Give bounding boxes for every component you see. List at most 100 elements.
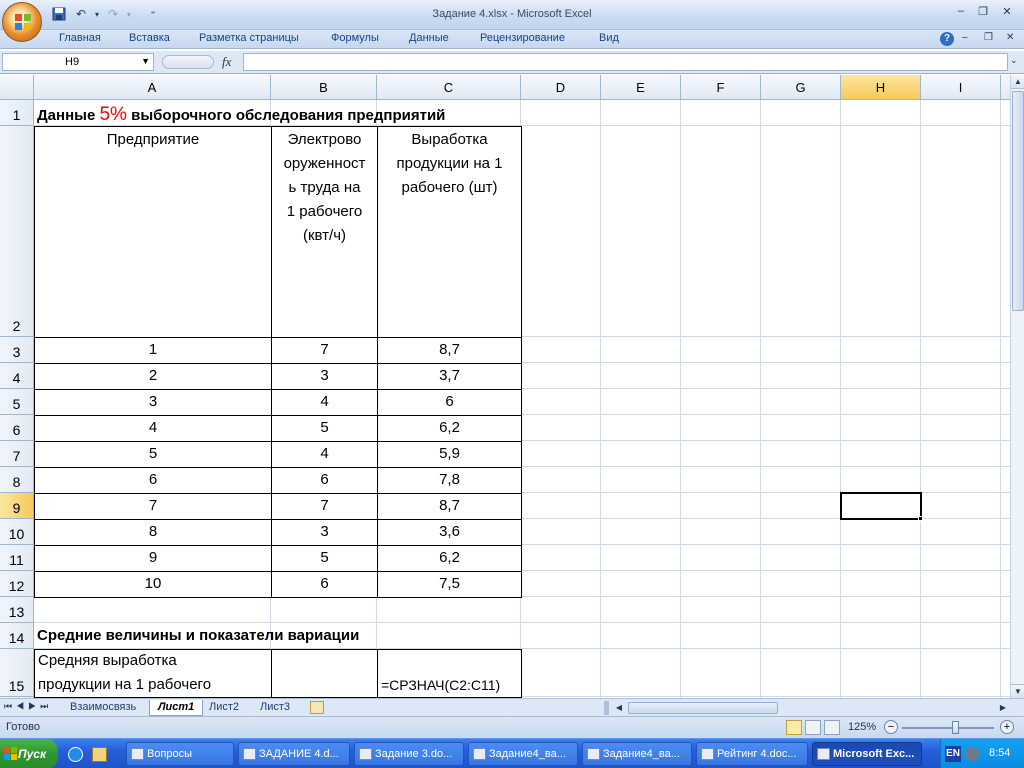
zoom-level[interactable]: 125% [848, 721, 876, 733]
sheet-tab-list2[interactable]: Лист2 [201, 700, 247, 716]
taskbar-item[interactable]: Вопросы [126, 742, 234, 766]
vertical-scroll-thumb[interactable] [1012, 91, 1024, 311]
data-cell[interactable]: 6,2 [377, 415, 522, 442]
language-indicator[interactable]: EN [945, 746, 961, 762]
page-break-view-icon[interactable] [824, 720, 840, 735]
row-header-12[interactable]: 12 [0, 571, 34, 597]
row-header-11[interactable]: 11 [0, 545, 34, 571]
fill-handle[interactable] [918, 516, 923, 521]
cell-a2[interactable]: Предприятие [34, 126, 272, 338]
column-header-e[interactable]: E [601, 75, 681, 100]
wb-minimize-button[interactable]: – [962, 32, 968, 43]
insert-sheet-icon[interactable] [310, 701, 324, 714]
spreadsheet-grid[interactable]: ABCDEFGHI 1234567891011121314151617 Данн… [0, 75, 1010, 698]
row-header-6[interactable]: 6 [0, 415, 34, 441]
data-cell[interactable]: 3 [271, 363, 378, 390]
wb-close-button[interactable]: ✕ [1006, 32, 1014, 43]
normal-view-icon[interactable] [786, 720, 802, 735]
sheet-nav-icons[interactable]: ⏮◀▶⏭ [4, 701, 52, 712]
cell-c15[interactable]: =СРЗНАЧ(C2:C11) [377, 649, 522, 698]
data-cell[interactable]: 4 [271, 441, 378, 468]
data-cell[interactable]: 6 [271, 467, 378, 494]
tab-splitter[interactable] [604, 701, 609, 715]
sheet-tab-list3[interactable]: Лист3 [252, 700, 298, 716]
column-header-i[interactable]: I [921, 75, 1001, 100]
zoom-in-icon[interactable]: + [1000, 720, 1014, 734]
data-cell[interactable]: 4 [34, 415, 272, 442]
data-cell[interactable]: 5 [34, 441, 272, 468]
formula-bar-splitter[interactable] [162, 55, 214, 69]
column-header-d[interactable]: D [521, 75, 601, 100]
data-cell[interactable]: 5 [271, 545, 378, 572]
row-header-8[interactable]: 8 [0, 467, 34, 493]
zoom-slider-track[interactable] [902, 727, 994, 729]
column-header-a[interactable]: A [34, 75, 271, 100]
row-header-9[interactable]: 9 [0, 493, 34, 519]
zoom-out-icon[interactable]: − [884, 720, 898, 734]
close-button[interactable]: ✕ [996, 3, 1018, 19]
row-header-15[interactable]: 15 [0, 649, 34, 697]
tab-formulas[interactable]: Формулы [327, 32, 383, 47]
page-layout-view-icon[interactable] [805, 720, 821, 735]
tray-app-icon[interactable] [965, 747, 979, 761]
taskbar-item[interactable]: Рейтинг 4.doc... [696, 742, 808, 766]
cell-c2[interactable]: Выработка продукции на 1 рабочего (шт) [377, 126, 522, 338]
column-header-f[interactable]: F [681, 75, 761, 100]
cell-b2[interactable]: Электрово оруженност ь труда на 1 рабочего (… [271, 126, 378, 338]
select-all-button[interactable] [0, 75, 34, 100]
data-cell[interactable]: 8 [34, 519, 272, 546]
zoom-slider-thumb[interactable] [952, 721, 959, 734]
data-cell[interactable]: 5,9 [377, 441, 522, 468]
horizontal-scroll-thumb[interactable] [628, 702, 778, 714]
taskbar-item[interactable]: Задание 3.do... [354, 742, 464, 766]
data-cell[interactable]: 3,6 [377, 519, 522, 546]
data-cell[interactable]: 1 [34, 337, 272, 364]
taskbar-item[interactable]: Microsoft Exc... [812, 742, 922, 766]
column-header-c[interactable]: C [377, 75, 521, 100]
name-box-dropdown-icon[interactable]: ▼ [141, 56, 150, 66]
taskbar-item[interactable]: Задание4_ва... [468, 742, 578, 766]
restore-button[interactable]: ❐ [972, 3, 994, 19]
tab-review[interactable]: Рецензирование [476, 32, 569, 47]
tab-insert[interactable]: Вставка [125, 32, 174, 47]
data-cell[interactable]: 4 [271, 389, 378, 416]
data-cell[interactable]: 7,8 [377, 467, 522, 494]
scroll-up-button[interactable]: ▲ [1011, 75, 1024, 89]
data-cell[interactable]: 8,7 [377, 493, 522, 520]
data-cell[interactable]: 5 [271, 415, 378, 442]
data-cell[interactable]: 10 [34, 571, 272, 598]
data-cell[interactable]: 3 [271, 519, 378, 546]
tab-home[interactable]: Главная [55, 32, 105, 47]
row-header-3[interactable]: 3 [0, 337, 34, 363]
tab-page-layout[interactable]: Разметка страницы [195, 32, 303, 47]
insert-function-icon[interactable]: fx [222, 54, 240, 70]
tab-data[interactable]: Данные [405, 32, 453, 47]
scroll-left-button[interactable]: ◀ [612, 701, 626, 715]
data-cell[interactable]: 6 [34, 467, 272, 494]
formula-input[interactable] [243, 53, 1008, 71]
minimize-button[interactable]: – [950, 3, 972, 19]
data-cell[interactable]: 7 [271, 493, 378, 520]
cell-a15[interactable]: Средняя выработка продукции на 1 рабочего [34, 649, 272, 698]
row-header-10[interactable]: 10 [0, 519, 34, 545]
cell-b15[interactable] [271, 649, 378, 698]
explorer-icon[interactable] [92, 747, 107, 762]
data-cell[interactable]: 7 [34, 493, 272, 520]
column-header-b[interactable]: B [271, 75, 377, 100]
row-header-1[interactable]: 1 [0, 100, 34, 126]
scroll-down-button[interactable]: ▼ [1011, 684, 1024, 698]
data-cell[interactable]: 6 [271, 571, 378, 598]
row-header-14[interactable]: 14 [0, 623, 34, 649]
column-header-h[interactable]: H [841, 75, 921, 100]
data-cell[interactable]: 3 [34, 389, 272, 416]
name-box[interactable]: H9 ▼ [2, 53, 154, 71]
data-cell[interactable]: 9 [34, 545, 272, 572]
row-header-5[interactable]: 5 [0, 389, 34, 415]
taskbar-item[interactable]: Задание4_ва... [582, 742, 692, 766]
taskbar-item[interactable]: ЗАДАНИЕ 4.d... [238, 742, 350, 766]
help-icon[interactable]: ? [940, 32, 954, 46]
vertical-scrollbar[interactable]: ▲ ▼ [1010, 75, 1024, 698]
data-cell[interactable]: 7 [271, 337, 378, 364]
wb-restore-button[interactable]: ❐ [984, 32, 993, 43]
data-cell[interactable]: 2 [34, 363, 272, 390]
